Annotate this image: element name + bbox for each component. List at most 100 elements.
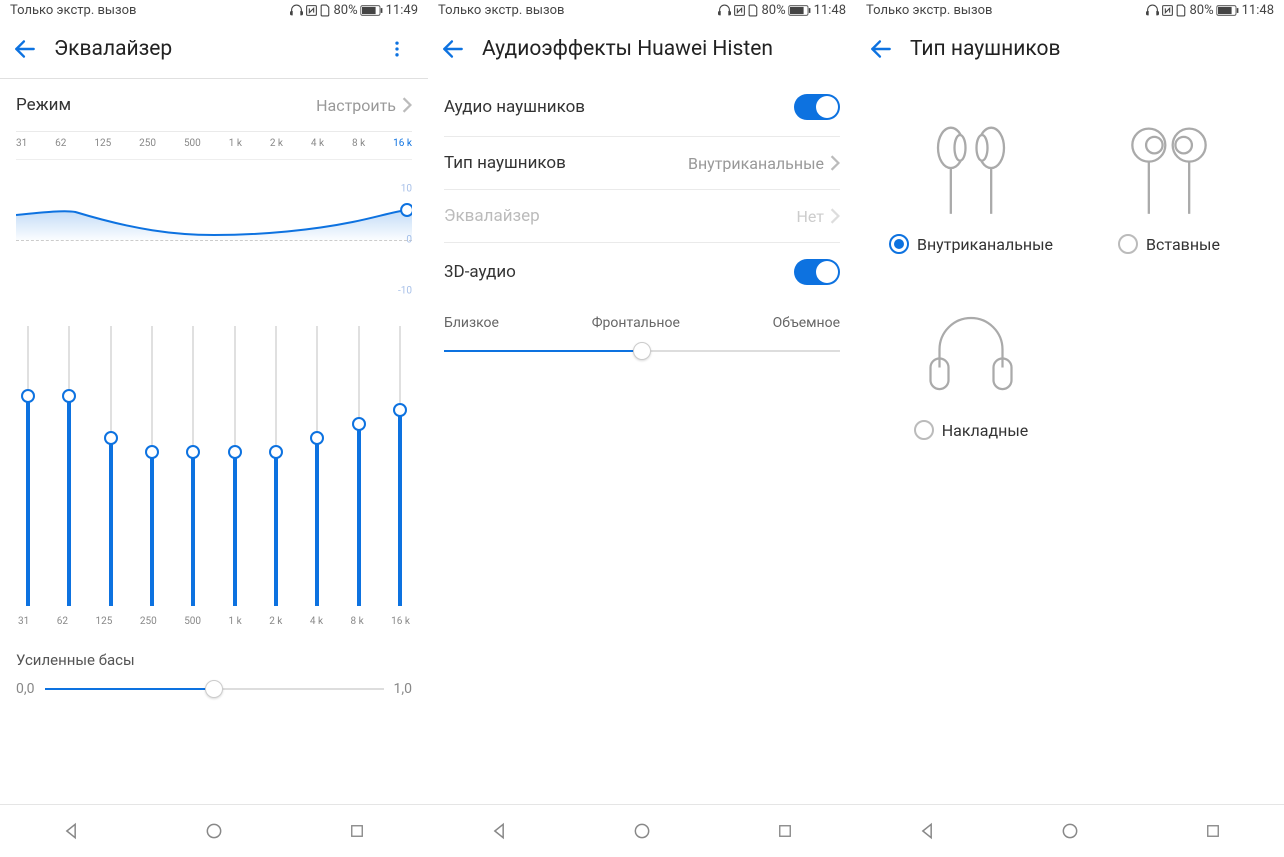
radio-over-ear[interactable] [914,420,934,440]
row-value-wrap: Внутриканальные [688,154,840,173]
battery-icon [788,4,812,17]
mode-row[interactable]: Режим Настроить [16,79,412,132]
band-slider-2k[interactable] [266,326,286,606]
back-button[interactable] [866,34,896,64]
equalizer-content: Режим Настроить 31 62 125 250 500 1 k 2 … [0,79,428,804]
headphone-option-earbud[interactable]: Вставные [1070,98,1268,284]
sim-icon [1176,4,1187,17]
band-slider-500[interactable] [183,326,203,606]
status-bar: Только экстр. вызов 80% 11:48 [428,0,856,20]
headphones-icon [290,4,303,17]
sim-icon [748,4,759,17]
nav-back-icon [61,821,81,841]
freq-labels-bottom: 31 62 125 250 500 1 k 2 k 4 k 8 k 16 k [16,606,412,633]
time-text: 11:48 [1242,3,1274,18]
bass-title: Усиленные басы [16,651,412,669]
screen-audio-effects: Только экстр. вызов 80% 11:48 Аудиоэффек… [428,0,856,857]
nav-recent-icon [348,822,366,840]
headphone-type-content: Внутриканальные Вставные [856,78,1284,804]
freq-label: 125 [94,138,111,149]
status-bar: Только экстр. вызов 80% 11:49 [0,0,428,20]
sim-icon [320,4,331,17]
nfc-icon [733,4,746,17]
nav-bar [856,804,1284,857]
time-text: 11:49 [386,3,418,18]
band-slider-4k[interactable] [307,326,327,606]
band-slider-8k[interactable] [349,326,369,606]
nav-recent[interactable] [755,819,815,843]
row-label: Аудио наушников [444,97,585,117]
status-right: 80% 11:48 [1146,3,1274,18]
headphone-audio-toggle[interactable] [794,94,840,120]
band-slider-125[interactable] [101,326,121,606]
bass-slider[interactable] [45,679,384,699]
nav-home[interactable] [612,819,672,843]
freq-label: 62 [55,138,66,149]
nav-back-icon [917,821,937,841]
eq-curve-chart: 10 0 -10 [16,160,412,320]
freq-label: 125 [95,616,112,627]
3d-audio-slider[interactable] [444,341,840,361]
headphone-type-row[interactable]: Тип наушников Внутриканальные [444,137,840,190]
nav-back-icon [489,821,509,841]
slider-label-center: Фронтальное [592,315,680,331]
nav-back[interactable] [41,819,101,843]
time-text: 11:48 [814,3,846,18]
mode-value-wrap: Настроить [316,96,412,115]
headphone-option-over-ear[interactable]: Накладные [872,284,1070,470]
freq-label: 250 [139,138,156,149]
dots-vertical-icon [387,39,407,59]
band-slider-250[interactable] [142,326,162,606]
radio-earbud[interactable] [1118,234,1138,254]
mode-value: Настроить [316,96,396,115]
nav-home-icon [632,821,652,841]
chevron-right-icon [830,155,840,171]
nav-recent[interactable] [327,819,387,843]
page-title: Тип наушников [910,37,1268,61]
nav-recent-icon [776,822,794,840]
band-slider-16k[interactable] [390,326,410,606]
chevron-right-icon [402,97,412,113]
nfc-icon [1161,4,1174,17]
freq-label: 2 k [269,616,282,627]
row-value: Внутриканальные [688,154,824,173]
menu-button[interactable] [382,34,412,64]
nav-home[interactable] [1040,819,1100,843]
carrier-text: Только экстр. вызов [10,3,136,18]
headphone-option-in-ear[interactable]: Внутриканальные [872,98,1070,284]
nav-recent[interactable] [1183,819,1243,843]
row-value-wrap: Нет [796,207,840,226]
nav-back[interactable] [469,819,529,843]
screen-headphone-type: Только экстр. вызов 80% 11:48 Тип наушни… [856,0,1284,857]
nav-home[interactable] [184,819,244,843]
headphone-audio-row[interactable]: Аудио наушников [444,78,840,137]
eq-sliders [16,326,412,606]
row-value: Нет [796,207,824,226]
band-slider-1k[interactable] [225,326,245,606]
freq-label: 1 k [229,616,242,627]
nav-back[interactable] [897,819,957,843]
battery-text: 80% [1189,3,1213,18]
3d-audio-toggle[interactable] [794,259,840,285]
freq-label: 1 k [229,138,242,149]
battery-text: 80% [761,3,785,18]
slider-label-right: Объемное [773,315,840,331]
band-slider-31[interactable] [18,326,38,606]
back-button[interactable] [438,34,468,64]
3d-audio-row[interactable]: 3D-аудио [444,243,840,301]
row-label: Эквалайзер [444,206,540,226]
header: Эквалайзер [0,20,428,79]
option-label: Вставные [1146,235,1220,254]
row-label: 3D-аудио [444,262,516,282]
page-title: Эквалайзер [54,37,382,61]
back-button[interactable] [10,34,40,64]
headphones-icon [718,4,731,17]
freq-label: 8 k [351,616,364,627]
chevron-right-icon [830,208,840,224]
eq-curve [16,160,412,320]
radio-in-ear[interactable] [889,234,909,254]
battery-text: 80% [333,3,357,18]
mode-label: Режим [16,95,71,115]
slider-label-left: Близкое [444,315,499,331]
band-slider-62[interactable] [59,326,79,606]
